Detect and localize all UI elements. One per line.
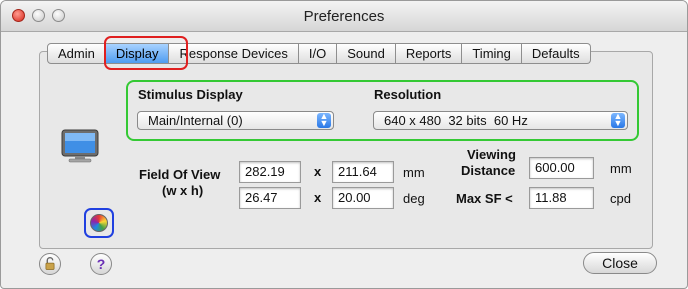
fov-height-deg-field[interactable]: 20.00 [332,187,394,209]
preferences-window: Preferences Admin Display Response Devic… [0,0,688,289]
title-bar: Preferences [1,1,687,32]
max-sf-unit: cpd [610,191,631,206]
stimulus-display-popup[interactable]: Main/Internal (0) ▲ ▼ [137,111,334,130]
viewing-distance-label: Viewing [467,147,516,162]
monitor-icon [61,129,99,163]
close-button[interactable]: Close [583,252,657,274]
viewing-distance-sublabel: Distance [461,163,516,178]
fov-deg-unit: deg [403,191,425,206]
viewing-distance-field[interactable]: 600.00 [529,157,594,179]
tab-response-devices[interactable]: Response Devices [169,43,299,64]
fov-width-mm-field[interactable]: 282.19 [239,161,301,183]
resolution-label: Resolution [374,87,442,102]
tab-reports[interactable]: Reports [395,43,463,64]
color-wheel-icon[interactable] [90,214,108,232]
window-title: Preferences [303,8,385,25]
fov-sublabel: (w x h) [162,183,204,198]
resolution-popup[interactable]: 640 x 480 32 bits 60 Hz ▲ ▼ [373,111,628,130]
display-tab-highlight [104,36,188,70]
help-icon[interactable]: ? [90,253,112,275]
times-symbol: x [314,190,322,205]
popup-arrows-icon: ▲ ▼ [317,112,331,128]
fov-height-mm-field[interactable]: 211.64 [332,161,394,183]
resolution-value: 640 x 480 32 bits 60 Hz [384,113,528,128]
tab-timing[interactable]: Timing [462,43,522,64]
tab-sound[interactable]: Sound [337,43,396,64]
fov-width-deg-field[interactable]: 26.47 [239,187,301,209]
tab-defaults[interactable]: Defaults [521,43,591,64]
max-sf-label: Max SF < [456,191,513,206]
fov-label: Field Of View [139,167,221,182]
stimulus-display-label: Stimulus Display [138,87,243,102]
popup-arrows-icon: ▲ ▼ [611,112,625,128]
stimulus-display-value: Main/Internal (0) [148,113,243,128]
lock-icon[interactable] [39,253,61,275]
tab-admin[interactable]: Admin [47,43,106,64]
times-symbol: x [314,164,322,179]
tab-io[interactable]: I/O [298,43,338,64]
viewing-distance-unit: mm [610,161,632,176]
max-sf-field[interactable]: 11.88 [529,187,594,209]
fov-mm-unit: mm [403,165,425,180]
